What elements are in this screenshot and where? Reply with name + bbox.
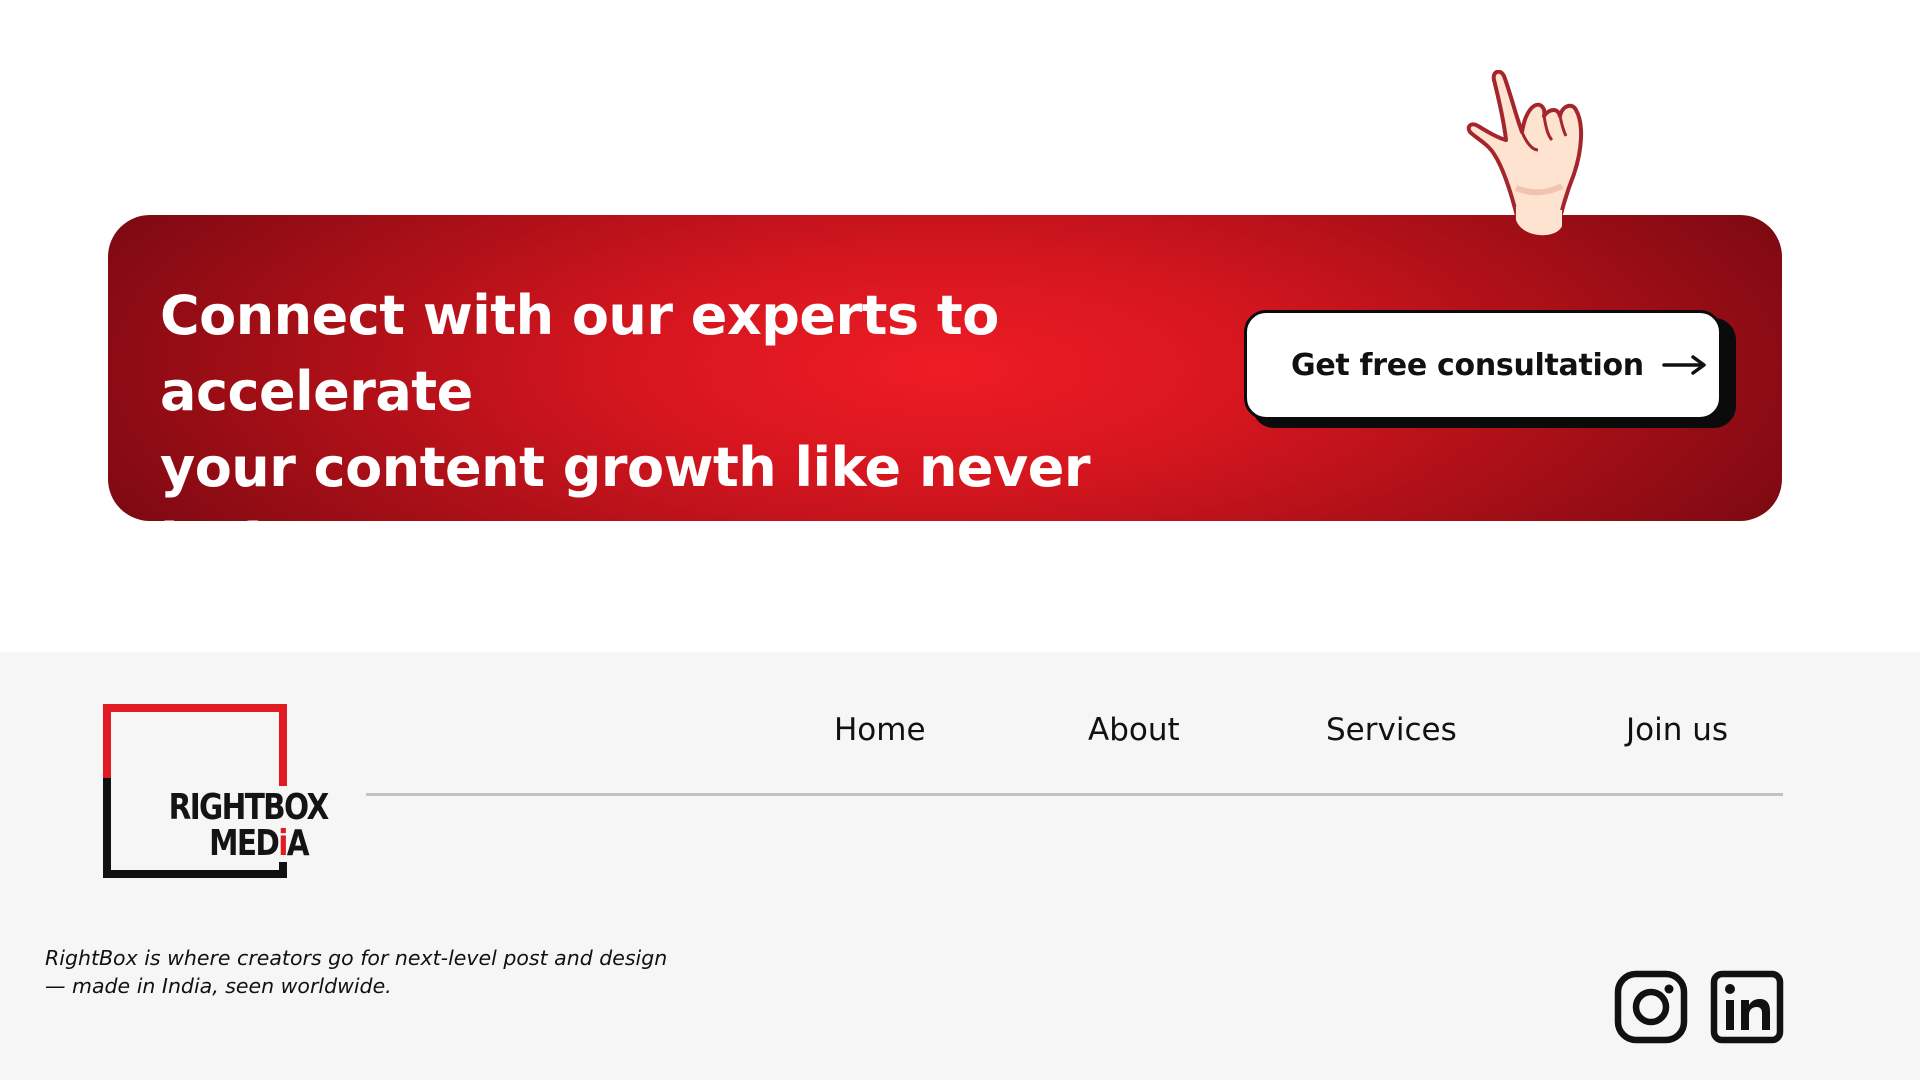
nav-divider bbox=[366, 793, 1783, 796]
arrow-right-icon bbox=[1662, 355, 1706, 375]
nav-link-services[interactable]: Services bbox=[1326, 712, 1457, 748]
logo-wordmark: RIGHTBOX MEDiA bbox=[168, 787, 330, 864]
get-free-consultation-button[interactable]: Get free consultation bbox=[1244, 310, 1722, 420]
cta-headline-line-1: Connect with our experts to accelerate bbox=[160, 284, 999, 423]
cta-headline: Connect with our experts to accelerate y… bbox=[160, 278, 1220, 582]
footer-nav: Home About Services Join us bbox=[0, 712, 1920, 760]
nav-link-home[interactable]: Home bbox=[834, 712, 926, 748]
nav-link-join-us[interactable]: Join us bbox=[1626, 712, 1728, 748]
nav-link-about[interactable]: About bbox=[1088, 712, 1180, 748]
logo-line-2-prefix: MED bbox=[209, 823, 280, 864]
rock-on-hand-icon bbox=[1466, 70, 1584, 236]
footer-tagline: RightBox is where creators go for next-l… bbox=[45, 944, 745, 1000]
logo-line-2-accent: i bbox=[278, 823, 288, 864]
tagline-line-2: — made in India, seen worldwide. bbox=[45, 974, 392, 998]
tagline-line-1: RightBox is where creators go for next-l… bbox=[45, 946, 668, 970]
logo-line-2-suffix: A bbox=[286, 823, 310, 864]
linkedin-icon[interactable] bbox=[1710, 970, 1784, 1044]
cta-headline-line-2: your content growth like never before bbox=[160, 436, 1090, 575]
cta-button-label: Get free consultation bbox=[1291, 347, 1644, 383]
logo-line-2: MEDiA bbox=[169, 823, 310, 864]
instagram-icon[interactable] bbox=[1614, 970, 1688, 1044]
logo-line-1: RIGHTBOX bbox=[168, 787, 330, 828]
